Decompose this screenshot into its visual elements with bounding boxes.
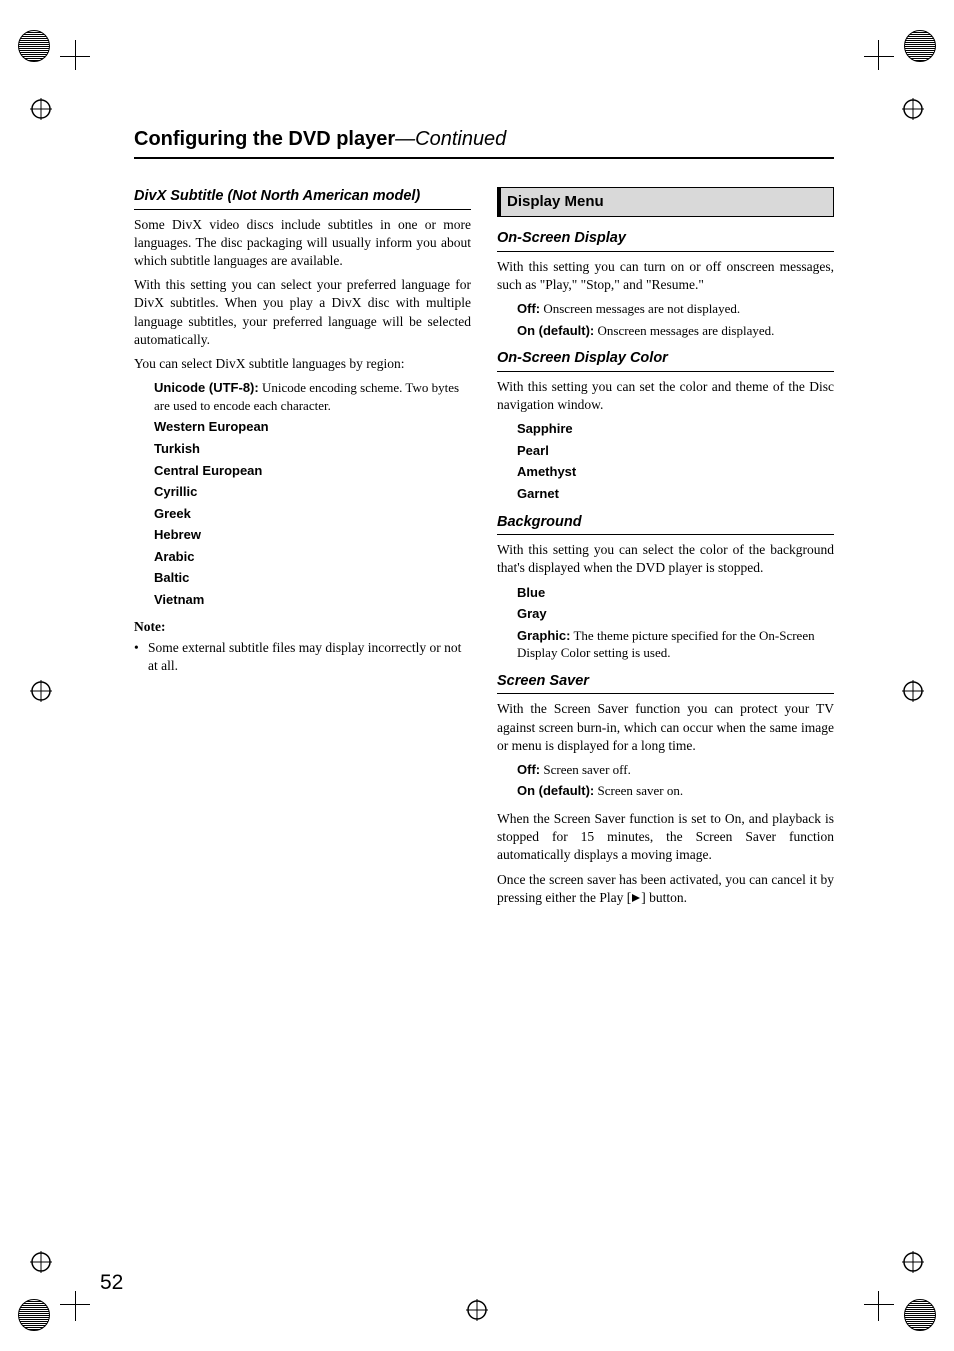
crop-line [878,40,879,70]
left-column: DivX Subtitle (Not North American model)… [134,187,471,914]
option-list-screen-saver: Off: Screen saver off. On (default): Scr… [517,761,834,800]
registration-mark-icon [30,98,52,120]
section-display-menu: Display Menu [497,187,834,217]
option-item: Turkish [154,440,471,458]
columns: DivX Subtitle (Not North American model)… [134,187,834,914]
option-list-osd-color: Sapphire Pearl Amethyst Garnet [517,420,834,502]
registration-mark-icon [466,1299,488,1321]
print-corner-disc [904,30,936,62]
content-area: Configuring the DVD player—Continued Div… [134,128,834,914]
note-bullet: • Some external subtitle files may displ… [134,639,471,675]
option-graphic: Graphic: The theme picture specified for… [517,627,834,662]
option-item: Vietnam [154,591,471,609]
registration-mark-icon [902,1251,924,1273]
option-on: On (default): Screen saver on. [517,782,834,800]
option-desc: Onscreen messages are not displayed. [540,301,740,316]
option-item: Cyrillic [154,483,471,501]
section-background: Background [497,513,834,536]
note-text: Some external subtitle files may display… [148,639,471,675]
body-text: With the Screen Saver function you can p… [497,700,834,755]
registration-mark-icon [902,680,924,702]
body-text-part: ] button. [641,890,687,905]
option-desc: Screen saver off. [540,762,631,777]
page-number: 52 [100,1271,123,1295]
page: Configuring the DVD player—Continued Div… [0,0,954,1351]
page-title-continued: —Continued [395,128,506,150]
crop-line [75,40,76,70]
print-corner-disc [904,1299,936,1331]
option-list-divx: Unicode (UTF-8): Unicode encoding scheme… [154,379,471,608]
section-divx-subtitle: DivX Subtitle (Not North American model) [134,187,471,210]
option-label: On (default): [517,783,594,798]
body-text: Once the screen saver has been activated… [497,871,834,908]
registration-mark-icon [30,680,52,702]
option-label: Unicode (UTF-8): [154,380,259,395]
body-text: When the Screen Saver function is set to… [497,810,834,865]
body-text: With this setting you can set the color … [497,378,834,414]
print-corner-disc [18,30,50,62]
option-item: Gray [517,605,834,623]
option-on: On (default): Onscreen messages are disp… [517,322,834,340]
body-text: You can select DivX subtitle languages b… [134,355,471,373]
body-text: With this setting you can turn on or off… [497,258,834,294]
crop-line [878,1291,879,1321]
option-list-osd: Off: Onscreen messages are not displayed… [517,300,834,339]
section-screen-saver: Screen Saver [497,672,834,695]
page-title-text: Configuring the DVD player [134,128,395,150]
option-item: Pearl [517,442,834,460]
option-desc: Onscreen messages are displayed. [594,323,774,338]
body-text: With this setting you can select your pr… [134,276,471,349]
option-item: Blue [517,584,834,602]
option-item: Baltic [154,569,471,587]
crop-line [75,1291,76,1321]
crop-line [864,1304,894,1305]
print-corner-disc [18,1299,50,1331]
registration-mark-icon [902,98,924,120]
play-icon [631,890,641,908]
bullet-icon: • [134,639,148,675]
option-off: Off: Onscreen messages are not displayed… [517,300,834,318]
option-item: Amethyst [517,463,834,481]
registration-mark-icon [30,1251,52,1273]
option-label: Graphic: [517,628,570,643]
option-item: Garnet [517,485,834,503]
option-desc: Screen saver on. [594,783,683,798]
option-unicode: Unicode (UTF-8): Unicode encoding scheme… [154,379,471,414]
section-osd-color: On-Screen Display Color [497,349,834,372]
option-label: Off: [517,762,540,777]
option-list-background: Blue Gray Graphic: The theme picture spe… [517,584,834,662]
option-label: On (default): [517,323,594,338]
crop-line [864,56,894,57]
option-item: Greek [154,505,471,523]
option-item: Western European [154,418,471,436]
option-label: Off: [517,301,540,316]
body-text: Some DivX video discs include subtitles … [134,216,471,271]
option-off: Off: Screen saver off. [517,761,834,779]
option-item: Central European [154,462,471,480]
body-text: With this setting you can select the col… [497,541,834,577]
option-item: Hebrew [154,526,471,544]
page-title: Configuring the DVD player—Continued [134,128,834,159]
option-item: Sapphire [517,420,834,438]
option-item: Arabic [154,548,471,566]
right-column: Display Menu On-Screen Display With this… [497,187,834,914]
note-label: Note: [134,618,471,636]
section-osd: On-Screen Display [497,229,834,252]
